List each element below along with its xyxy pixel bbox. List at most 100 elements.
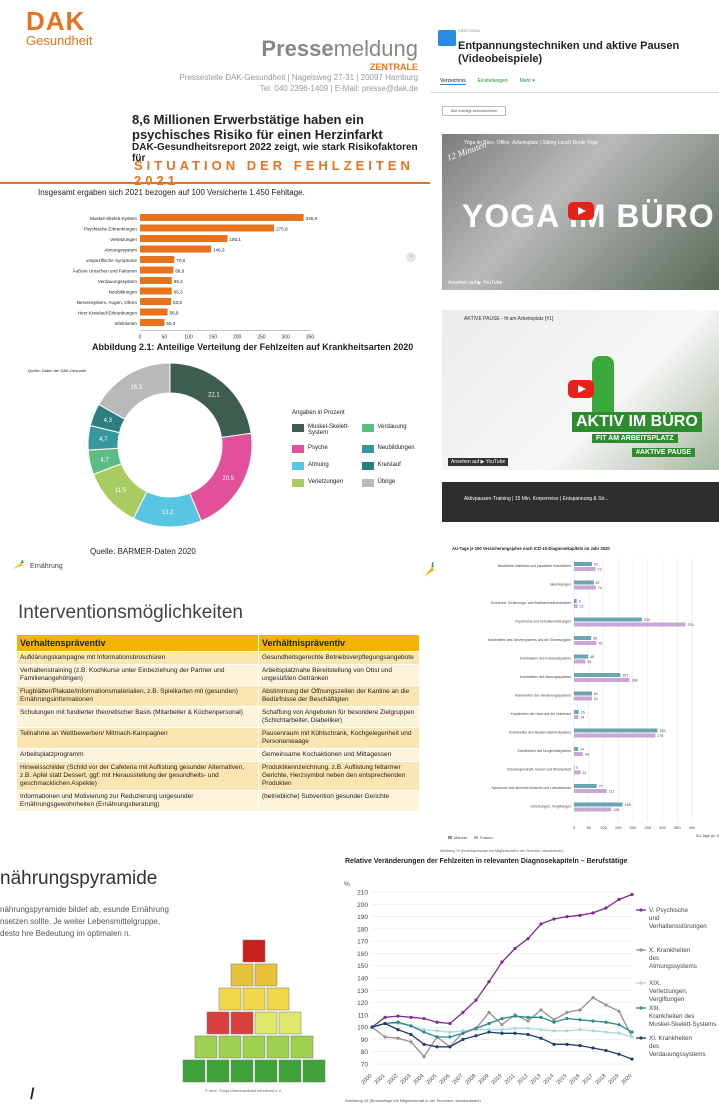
table-cell: Schaffung von Angeboten für besondere Zi… bbox=[257, 706, 421, 728]
y-tick-label: 140 bbox=[357, 976, 368, 983]
legend-swatch bbox=[292, 479, 304, 487]
legend-label: Männer bbox=[454, 835, 468, 840]
bar-value-label: 275,9 bbox=[276, 227, 288, 232]
x-tick-label: 2014 bbox=[543, 1073, 556, 1086]
youtube-link[interactable]: Ansehen auf ▶ YouTube bbox=[448, 458, 509, 466]
bar bbox=[574, 752, 583, 756]
video-thumbnail-aktive-pause[interactable]: AKTIVE PAUSE - fit am Arbeitsplatz [#1] … bbox=[442, 310, 719, 470]
video-thumbnail-training[interactable]: Aktivpausen-Training | 15 Min. Korperrei… bbox=[442, 482, 719, 522]
x-tick-label: 300 bbox=[659, 825, 666, 830]
bar-value-label: 67 bbox=[596, 581, 600, 585]
table-row: Teilnahme an Wettbewerben/ Mitmach-Kampa… bbox=[16, 727, 421, 749]
mark-all-done-button[interactable]: Alle erledigt kennzeichnen bbox=[442, 106, 506, 116]
bar-value-label: 77 bbox=[599, 785, 603, 789]
play-icon[interactable] bbox=[568, 380, 594, 398]
y-tick-label: 210 bbox=[357, 890, 368, 897]
video-thumbnail-yoga[interactable]: Yoga im Büro, Office, Arbeitsplatz | Sit… bbox=[442, 134, 719, 290]
folder-icon bbox=[438, 30, 456, 46]
legend-swatch bbox=[361, 462, 374, 470]
bar-value-label: 283 bbox=[659, 729, 665, 733]
bar bbox=[574, 654, 589, 659]
bar-value-label: 230 bbox=[644, 618, 650, 622]
x-tick-label: 2007 bbox=[452, 1073, 465, 1086]
bar-category-label: Krankheiten des Atmungssystems bbox=[520, 675, 571, 679]
tab-einstellungen[interactable]: Einstellungen bbox=[478, 78, 508, 85]
legend-label: Atmung bbox=[308, 462, 329, 468]
bar-value-label: 74 bbox=[598, 586, 602, 590]
bar-value-label: 126 bbox=[613, 808, 619, 812]
bar bbox=[574, 765, 575, 770]
bar-value-label: 48 bbox=[590, 655, 594, 659]
pyramid-block bbox=[278, 1011, 302, 1035]
x-tick-label: 250 bbox=[257, 335, 266, 341]
table-row: Aufklärungskampagne mit Informationsbros… bbox=[16, 651, 421, 665]
bar-value-label: 65,3 bbox=[174, 290, 183, 295]
donut-slice bbox=[98, 362, 171, 420]
data-point bbox=[422, 1055, 426, 1059]
data-point bbox=[370, 1025, 374, 1029]
x-tick-label: 2011 bbox=[504, 1073, 517, 1086]
data-point bbox=[630, 1057, 634, 1061]
bar bbox=[574, 728, 658, 733]
next-arrow-icon[interactable]: › bbox=[406, 252, 416, 262]
youtube-link[interactable]: Ansehen auf ▶ YouTube bbox=[448, 280, 502, 286]
tab-verzeichnis[interactable]: Verzeichnis bbox=[440, 78, 466, 85]
bar-value-label: 0 bbox=[576, 766, 578, 770]
pyramid-block bbox=[206, 1011, 230, 1035]
x-tick-label: 2000 bbox=[361, 1073, 374, 1086]
tab-mehr[interactable]: Mehr ▾ bbox=[520, 78, 535, 85]
bar-category-label: Psychische und Verhaltensstörungen bbox=[515, 620, 571, 624]
data-point bbox=[396, 1028, 400, 1032]
data-point bbox=[539, 922, 543, 926]
table-cell: Pausenraum mit Kühlschrank, Kochgelegenh… bbox=[257, 727, 421, 749]
bar-category-label: Verletzungen, Vergiftungen bbox=[530, 805, 571, 809]
bar-value-label: 180,1 bbox=[229, 237, 241, 242]
bar bbox=[574, 802, 623, 807]
bar bbox=[574, 733, 656, 738]
data-point bbox=[383, 1035, 387, 1039]
video-overlay-subtext: FIT AM ARBEITSPLATZ bbox=[592, 434, 678, 443]
pyramid-text: nährungspyramide bildet ab, esunde Ernäh… bbox=[0, 905, 170, 938]
pyramid-block bbox=[266, 1035, 290, 1059]
y-tick-label: 80 bbox=[361, 1049, 369, 1056]
bar bbox=[574, 636, 592, 640]
legend-marker bbox=[639, 908, 643, 912]
data-point bbox=[591, 1019, 595, 1023]
bar bbox=[574, 784, 597, 788]
data-point bbox=[409, 1024, 413, 1028]
bar bbox=[574, 691, 592, 696]
legend-label: XIII. Krankheiten des Muskel-Skelett-Syste… bbox=[649, 1005, 717, 1028]
y-tick-label: 180 bbox=[357, 926, 368, 933]
interventions-title: Interventionsmöglichkeiten bbox=[18, 602, 243, 623]
data-point bbox=[448, 1035, 452, 1039]
legend-marker bbox=[639, 1036, 643, 1040]
press-contact: Tel. 040 2396-1409 | E-Mail: presse@dak.… bbox=[259, 84, 418, 93]
bar-category-label: Neubildungen bbox=[550, 583, 571, 587]
data-point bbox=[513, 946, 517, 951]
x-tick-label: 2017 bbox=[582, 1073, 595, 1086]
bar bbox=[574, 562, 592, 566]
legend-swatch bbox=[292, 462, 304, 470]
y-tick-label: 160 bbox=[357, 951, 368, 958]
data-point bbox=[565, 1016, 569, 1021]
x-tick-label: 50 bbox=[587, 825, 592, 830]
bar bbox=[574, 641, 597, 645]
bar bbox=[574, 580, 594, 585]
data-point bbox=[578, 913, 582, 917]
x-tick-label: 2020 bbox=[621, 1073, 634, 1086]
data-point bbox=[617, 1009, 621, 1013]
data-point bbox=[422, 1042, 426, 1046]
data-point bbox=[461, 1031, 465, 1035]
video-overlay-hashtag: #AKTIVE PAUSE bbox=[632, 448, 696, 457]
play-icon[interactable] bbox=[568, 202, 594, 220]
bar-value-label: 56,8 bbox=[170, 311, 179, 316]
table-row: Arbeitsplatzprogramm Gemeinsame Kochaktio… bbox=[16, 748, 421, 762]
x-tick-label: 200 bbox=[233, 335, 242, 341]
legend-marker bbox=[639, 948, 643, 952]
legend-label: Verdauung bbox=[377, 424, 407, 430]
data-point bbox=[513, 1014, 517, 1018]
line-chart-footnote: Abbildung 18 (Berufstätige mit Mitglieds… bbox=[345, 1098, 481, 1103]
pyramid-block bbox=[182, 1059, 206, 1083]
data-point bbox=[474, 998, 478, 1002]
press-brand: Pressemeldung bbox=[261, 36, 418, 61]
